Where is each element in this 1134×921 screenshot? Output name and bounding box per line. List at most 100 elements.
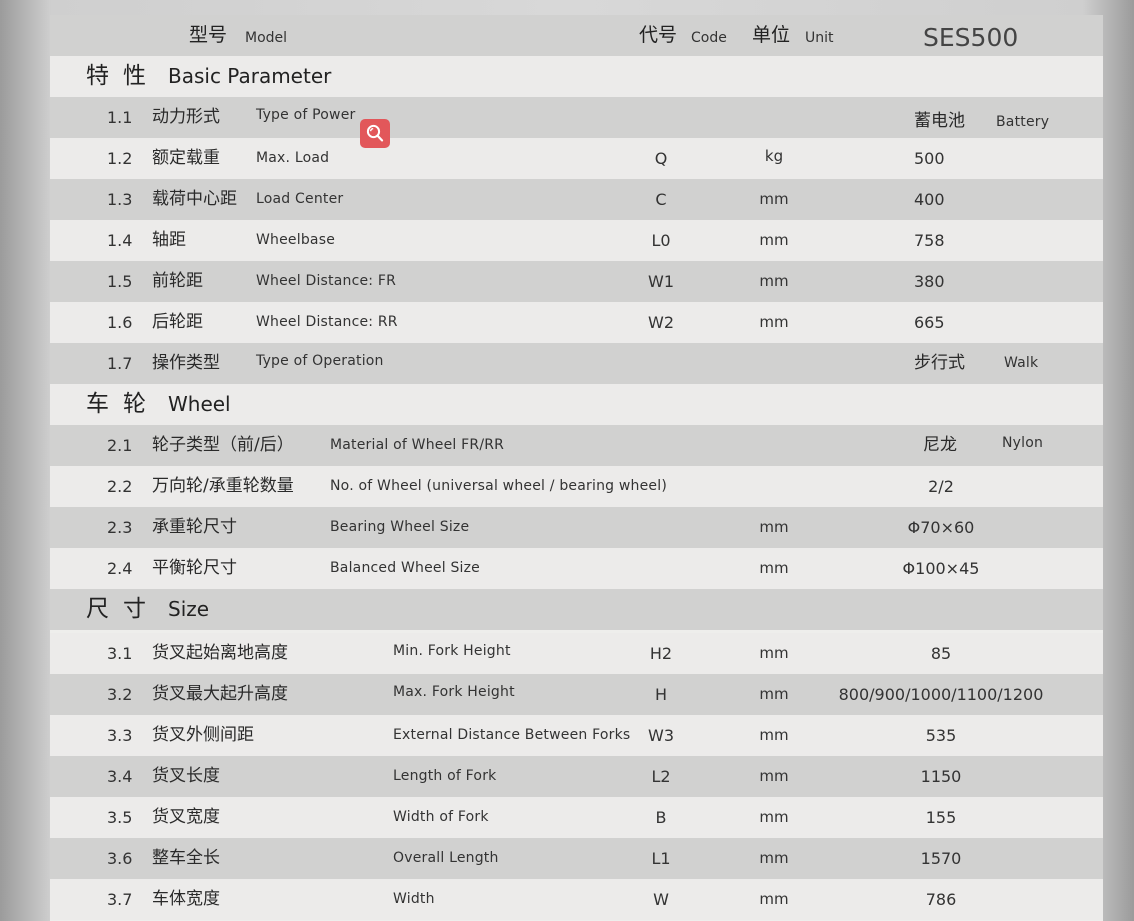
row-name-en: Overall Length [393,850,499,866]
row-name-en: Type of Power [256,107,356,123]
row-value-cn: 蓄电池 [914,111,965,131]
row-name-cn: 货叉长度 [152,766,220,786]
table-row: 1.5 前轮距 Wheel Distance: FR W1 mm 380 [50,261,1103,302]
row-number: 3.6 [107,849,133,868]
row-value: 500 [914,149,945,168]
table-row: 1.2 额定载重 Max. Load Q kg 500 [50,138,1103,179]
table-row: 2.3 承重轮尺寸 Bearing Wheel Size mm Φ70×60 [50,507,1103,548]
row-number: 3.5 [107,808,133,827]
header-unit-en: Unit [805,30,834,46]
row-number: 1.3 [107,190,133,209]
row-unit: mm [759,272,789,290]
row-name-cn: 后轮距 [152,312,203,332]
row-number: 2.1 [107,436,133,455]
table-row: 2.1 轮子类型（前/后） Material of Wheel FR/RR 尼龙… [50,425,1103,466]
header-model-cn: 型号 [189,24,228,46]
row-number: 1.7 [107,354,133,373]
row-code: W [653,890,669,909]
row-unit: mm [759,559,789,577]
row-name-en: Wheelbase [256,232,336,248]
section-header-size: 尺寸 Size [50,589,1103,630]
row-number: 3.2 [107,685,133,704]
table-row: 1.1 动力形式 Type of Power 蓄电池 Battery [50,97,1103,138]
header-code-cn: 代号 [639,24,678,46]
row-unit: mm [759,231,789,249]
row-name-en: Bearing Wheel Size [330,519,470,535]
row-name-cn: 操作类型 [152,353,220,373]
section-title-cn: 特性 [86,63,160,89]
table-header: 型号 Model 代号 Code 单位 Unit SES500 [50,15,1103,56]
row-name-en: Min. Fork Height [393,643,511,659]
row-value: 800/900/1000/1100/1200 [838,685,1044,704]
row-unit: mm [759,767,789,785]
row-number: 1.1 [107,108,133,127]
row-name-cn: 轮子类型（前/后） [152,435,294,455]
row-number: 3.1 [107,644,133,663]
row-value: Φ70×60 [907,518,975,537]
table-row: 3.5 货叉宽度 Width of Fork B mm 155 [50,797,1103,838]
section-header-basic: 特性 Basic Parameter [50,56,1103,97]
row-value-cn: 尼龙 [923,435,957,455]
row-name-cn: 前轮距 [152,271,203,291]
table-row: 2.4 平衡轮尺寸 Balanced Wheel Size mm Φ100×45 [50,548,1103,589]
row-code: H2 [649,644,673,663]
row-name-cn: 额定载重 [152,148,220,168]
table-row: 3.4 货叉长度 Length of Fork L2 mm 1150 [50,756,1103,797]
row-code: L2 [651,767,671,786]
section-title-en: Basic Parameter [168,64,332,88]
row-name-en: Wheel Distance: RR [256,314,398,330]
row-name-en: Width of Fork [393,809,489,825]
row-value: Φ100×45 [902,559,980,578]
row-unit: mm [759,313,789,331]
model-value: SES500 [923,23,1019,52]
section-title-en: Wheel [168,392,231,416]
row-name-en: Length of Fork [393,768,497,784]
table-row: 2.2 万向轮/承重轮数量 No. of Wheel (universal wh… [50,466,1103,507]
row-name-en: Max. Load [256,150,330,166]
row-name-en: Width [393,891,435,907]
row-name-en: Type of Operation [256,353,384,369]
table-row: 1.4 轴距 Wheelbase L0 mm 758 [50,220,1103,261]
table-row: 3.6 整车全长 Overall Length L1 mm 1570 [50,838,1103,879]
row-name-cn: 车体宽度 [152,889,220,909]
row-code: L0 [651,231,671,250]
row-name-en: Max. Fork Height [393,684,515,700]
row-unit: mm [759,808,789,826]
row-name-cn: 承重轮尺寸 [152,517,237,537]
row-number: 3.4 [107,767,133,786]
row-value: 1570 [920,849,962,868]
row-unit: mm [759,685,789,703]
row-code: L1 [651,849,671,868]
header-unit-cn: 单位 [752,24,791,46]
row-value-en: Walk [1004,355,1039,371]
table-row: 1.7 操作类型 Type of Operation 步行式 Walk [50,343,1103,384]
row-name-en: Material of Wheel FR/RR [330,437,505,453]
row-name-cn: 货叉外侧间距 [152,725,254,745]
row-value: 535 [925,726,957,745]
row-value-en: Battery [996,114,1050,130]
row-code: H [654,685,668,704]
row-name-cn: 轴距 [152,230,186,250]
table-row: 3.3 货叉外侧间距 External Distance Between For… [50,715,1103,756]
row-code: Q [654,149,668,168]
row-number: 2.2 [107,477,133,496]
visual-search-button[interactable] [360,119,390,148]
row-value: 155 [925,808,957,827]
row-name-cn: 货叉最大起升高度 [152,684,288,704]
section-title-en: Size [168,597,210,621]
section-header-wheel: 车轮 Wheel [50,384,1103,425]
row-code: B [655,808,667,827]
row-unit: mm [759,726,789,744]
row-name-cn: 动力形式 [152,107,220,127]
table-row: 1.3 载荷中心距 Load Center C mm 400 [50,179,1103,220]
row-name-en: Load Center [256,191,344,207]
row-value-en: Nylon [1002,435,1044,451]
spec-sheet: 型号 Model 代号 Code 单位 Unit SES500 特性 Basic… [50,15,1103,921]
row-name-cn: 货叉起始离地高度 [152,643,288,663]
row-value: 786 [925,890,957,909]
section-title-cn: 车轮 [86,391,160,417]
row-number: 2.3 [107,518,133,537]
table-row: 3.2 货叉最大起升高度 Max. Fork Height H mm 800/9… [50,674,1103,715]
row-value: 380 [914,272,945,291]
search-icon [366,124,384,142]
